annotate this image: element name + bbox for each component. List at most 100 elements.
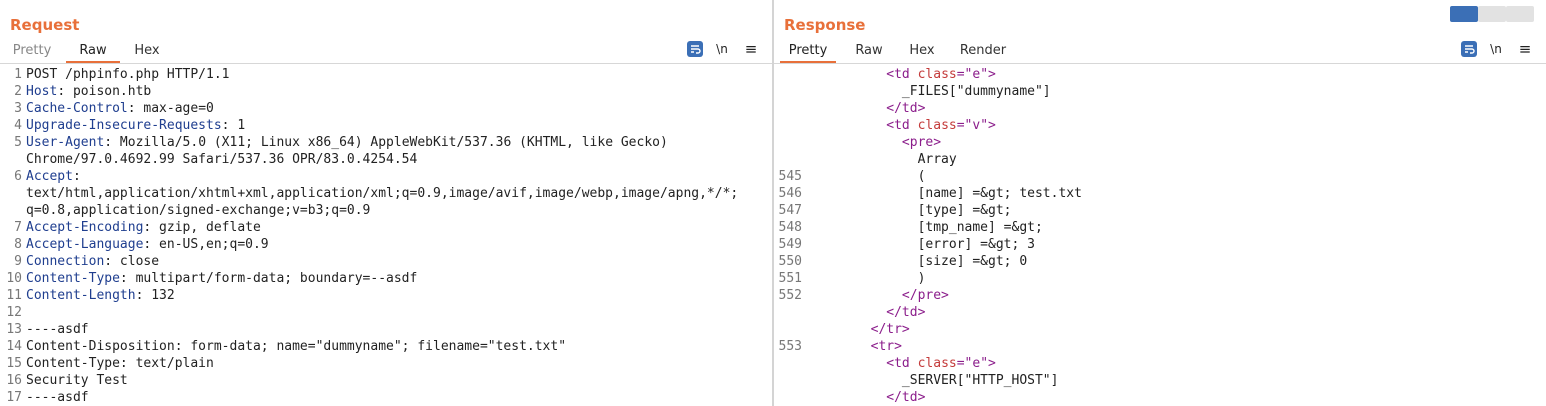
text-token: ) <box>808 271 926 286</box>
header-value: ----asdf <box>26 322 89 337</box>
header-value: : close <box>104 254 160 269</box>
request-line: 12 <box>0 304 772 321</box>
header-name: Accept-Language <box>26 237 144 252</box>
line-content: <td class="e"> <box>808 66 996 83</box>
text-token: [type] =&gt; <box>808 203 1012 218</box>
wrap-lines-icon[interactable] <box>687 41 703 57</box>
line-content: Chrome/97.0.4692.99 Safari/537.36 OPR/83… <box>26 151 417 168</box>
line-content: [size] =&gt; 0 <box>808 253 1028 270</box>
request-line: 6 Accept: <box>0 168 772 185</box>
line-number: 10 <box>6 271 22 286</box>
tab-raw[interactable]: Raw <box>848 40 890 63</box>
request-line: 16 Security Test <box>0 372 772 389</box>
request-line: 1 POST /phpinfo.php HTTP/1.1 <box>0 66 772 83</box>
header-value: Security Test <box>26 373 128 388</box>
header-value: : 1 <box>221 118 246 133</box>
html-token: <td <box>886 118 918 133</box>
text-token: _SERVER["HTTP_HOST"] <box>808 373 1059 388</box>
response-line: <td class="v"> <box>774 117 1546 134</box>
header-name: Upgrade-Insecure-Requests <box>26 118 222 133</box>
line-number: 16 <box>6 373 22 388</box>
html-token: > <box>988 118 996 133</box>
html-token: <td <box>886 356 918 371</box>
html-token: class <box>917 118 957 133</box>
layout-side-by-side-icon[interactable] <box>1450 6 1478 22</box>
header-value: : 132 <box>135 288 175 303</box>
tab-render[interactable]: Render <box>954 40 1012 63</box>
line-content: ) <box>808 270 926 287</box>
response-line: 545 ( <box>774 168 1546 185</box>
line-content: ----asdf <box>26 389 89 406</box>
header-value: Content-Disposition: form-data; name="du… <box>26 339 567 354</box>
line-content: <pre> <box>808 134 941 151</box>
newline-icon[interactable]: \n <box>714 41 730 57</box>
tab-raw[interactable]: Raw <box>66 40 120 63</box>
line-content: Accept-Encoding: gzip, deflate <box>26 219 261 236</box>
line-content: User-Agent: Mozilla/5.0 (X11; Linux x86_… <box>26 134 668 151</box>
header-name: Cache-Control <box>26 101 128 116</box>
line-content: <tr> <box>808 338 902 355</box>
menu-icon[interactable]: ≡ <box>743 41 759 57</box>
html-token: </td> <box>886 305 926 320</box>
line-number: 7 <box>14 220 22 235</box>
response-line: Array <box>774 151 1546 168</box>
request-line: text/html,application/xhtml+xml,applicat… <box>0 185 772 202</box>
header-value: : poison.htb <box>57 84 152 99</box>
line-number: 545 <box>778 169 802 184</box>
html-token: <td <box>886 67 918 82</box>
text-token: Array <box>808 152 957 167</box>
menu-icon[interactable]: ≡ <box>1517 41 1533 57</box>
response-editor[interactable]: <td class="e"> _FILES["dummyname"] </td>… <box>774 66 1546 406</box>
request-editor[interactable]: 1 POST /phpinfo.php HTTP/1.1 2 Host: poison… <box>0 66 772 406</box>
line-content: [name] =&gt; test.txt <box>808 185 1082 202</box>
header-name: Content-Type <box>26 271 120 286</box>
response-line: 550 [size] =&gt; 0 <box>774 253 1546 270</box>
header-value: : <box>72 169 81 184</box>
line-content: Content-Type: text/plain <box>26 355 214 372</box>
header-name: Host <box>26 84 58 99</box>
line-content: _FILES["dummyname"] <box>808 83 1051 100</box>
request-line: 11 Content-Length: 132 <box>0 287 772 304</box>
text-token: [size] =&gt; 0 <box>808 254 1028 269</box>
layout-stacked-icon[interactable] <box>1478 6 1506 22</box>
tab-hex[interactable]: Hex <box>124 40 170 63</box>
response-line: 548 [tmp_name] =&gt; <box>774 219 1546 236</box>
request-line: 7 Accept-Encoding: gzip, deflate <box>0 219 772 236</box>
html-token: <tr> <box>870 339 902 354</box>
tab-pretty[interactable]: Pretty <box>6 40 58 63</box>
tab-pretty[interactable]: Pretty <box>780 40 836 63</box>
header-value: : en-US,en;q=0.9 <box>143 237 269 252</box>
text-token: [error] =&gt; 3 <box>808 237 1035 252</box>
layout-single-icon[interactable] <box>1506 6 1534 22</box>
text-token: _FILES["dummyname"] <box>808 84 1051 99</box>
wrap-lines-icon[interactable] <box>1461 41 1477 57</box>
request-line: 13 ----asdf <box>0 321 772 338</box>
html-token: </pre> <box>901 288 949 303</box>
newline-icon[interactable]: \n <box>1488 41 1504 57</box>
line-content: <td class="v"> <box>808 117 996 134</box>
request-line: 2 Host: poison.htb <box>0 83 772 100</box>
request-line: 17 ----asdf <box>0 389 772 406</box>
html-token: ="v" <box>956 118 989 133</box>
line-number: 4 <box>14 118 22 133</box>
response-line: <pre> <box>774 134 1546 151</box>
request-tabs: Pretty Raw Hex <box>0 40 772 64</box>
line-number: 5 <box>14 135 22 150</box>
response-line: 549 [error] =&gt; 3 <box>774 236 1546 253</box>
line-content: text/html,application/xhtml+xml,applicat… <box>26 185 738 202</box>
line-content: ( <box>808 168 926 185</box>
request-line: 10 Content-Type: multipart/form-data; bou… <box>0 270 772 287</box>
request-pane: Request Pretty Raw Hex \n ≡ 1 POST /phpin… <box>0 0 772 406</box>
line-number: 3 <box>14 101 22 116</box>
html-token: </td> <box>886 390 926 405</box>
html-token: class <box>917 67 957 82</box>
header-value: : multipart/form-data; boundary=--asdf <box>119 271 418 286</box>
response-line: 553 <tr> <box>774 338 1546 355</box>
tab-hex[interactable]: Hex <box>902 40 942 63</box>
line-number: 6 <box>14 169 22 184</box>
